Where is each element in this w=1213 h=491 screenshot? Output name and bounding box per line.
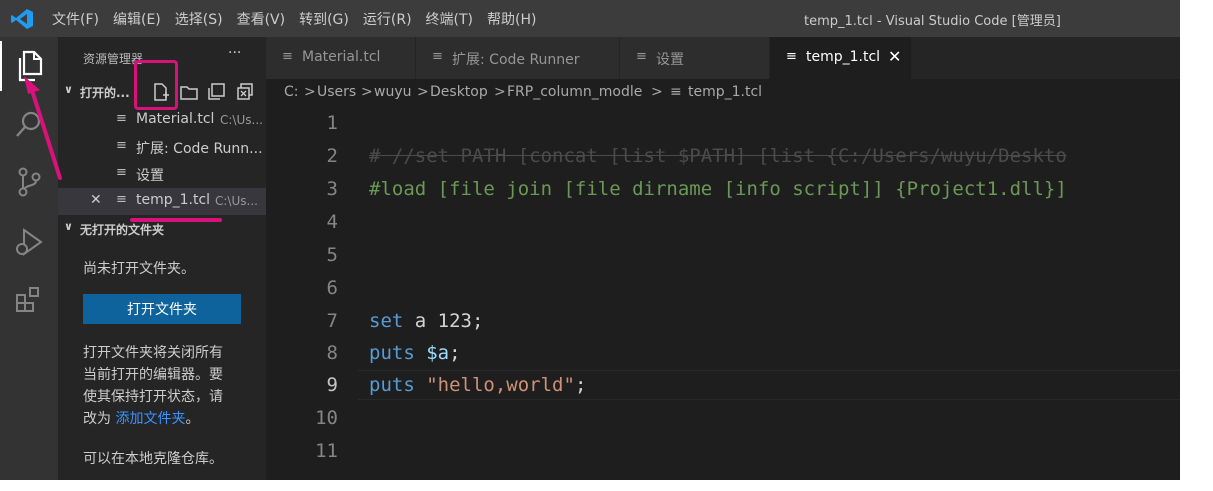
line-number: 10 bbox=[315, 407, 338, 429]
code-line-9: puts "hello,world"; bbox=[369, 374, 586, 396]
line-number: 6 bbox=[326, 277, 338, 299]
file-path: C:\Us... bbox=[220, 113, 263, 127]
file-icon: ≡ bbox=[786, 49, 797, 64]
run-debug-icon bbox=[16, 228, 43, 256]
string: "hello,world" bbox=[426, 374, 575, 396]
menu-view[interactable]: 查看(V) bbox=[237, 9, 286, 29]
file-path: C:\Us... bbox=[215, 194, 258, 208]
menu-go[interactable]: 转到(G) bbox=[299, 9, 349, 29]
file-icon: ≡ bbox=[670, 84, 682, 100]
vscode-window: 文件(F) 编辑(E) 选择(S) 查看(V) 转到(G) 运行(R) 终端(T… bbox=[0, 0, 1180, 480]
breadcrumb-item[interactable]: wuyu bbox=[374, 84, 411, 100]
line-number: 2 bbox=[326, 145, 338, 167]
chevron-down-icon: ∨ bbox=[64, 220, 73, 233]
info-prefix: 改为 bbox=[83, 411, 111, 427]
code-text: a 123; bbox=[403, 310, 484, 332]
editor-tabs: ≡ Material.tcl ≡ 扩展: Code Runner ≡ 设置 ≡ … bbox=[266, 37, 1180, 79]
extensions-activity[interactable] bbox=[0, 275, 58, 325]
breadcrumb-item[interactable]: Users bbox=[317, 84, 356, 100]
add-folder-link[interactable]: 添加文件夹 bbox=[115, 411, 185, 427]
info-line-1: 打开文件夹将关闭所有 bbox=[83, 345, 223, 361]
file-icon: ≡ bbox=[282, 49, 293, 64]
info-line-4: 改为 添加文件夹。 bbox=[83, 408, 199, 430]
info-suffix: 。 bbox=[185, 411, 200, 427]
menu-run[interactable]: 运行(R) bbox=[363, 9, 412, 29]
breadcrumb-separator: > bbox=[361, 84, 373, 100]
line-number: 3 bbox=[326, 178, 338, 200]
breadcrumb-separator: > bbox=[304, 84, 316, 100]
code-line-2: # //set PATH [concat [list $PATH] [list … bbox=[369, 145, 1067, 167]
line-number: 8 bbox=[326, 342, 338, 364]
extensions-icon bbox=[16, 287, 39, 312]
code-line-8: puts $a; bbox=[369, 342, 461, 364]
keyword: puts bbox=[369, 342, 415, 364]
line-number: 1 bbox=[326, 112, 338, 134]
open-folder-button[interactable]: 打开文件夹 bbox=[83, 294, 241, 324]
annotation-underline bbox=[130, 218, 222, 222]
code-text: ; bbox=[449, 342, 461, 364]
annotation-arrow bbox=[24, 76, 62, 180]
clone-message: 可以在本地克隆仓库。 bbox=[83, 451, 223, 467]
variable: $a bbox=[426, 342, 450, 364]
breadcrumb-item[interactable]: FRP_column_modle bbox=[507, 84, 642, 100]
run-debug-activity[interactable] bbox=[0, 217, 58, 267]
line-number: 11 bbox=[315, 440, 338, 462]
more-actions-icon[interactable]: ··· bbox=[228, 45, 241, 61]
breadcrumb-item[interactable]: temp_1.tcl bbox=[688, 84, 762, 100]
menu-terminal[interactable]: 终端(T) bbox=[426, 9, 473, 29]
line-number: 4 bbox=[326, 211, 338, 233]
keyword: set bbox=[369, 310, 404, 332]
close-all-icon[interactable] bbox=[234, 81, 256, 103]
line-number: 5 bbox=[326, 244, 338, 266]
menu-selection[interactable]: 选择(S) bbox=[175, 9, 223, 29]
breadcrumb-separator: > bbox=[494, 84, 506, 100]
tab-settings[interactable]: ≡ 设置 bbox=[620, 37, 770, 79]
breadcrumb: C: > Users > wuyu > Desktop > FRP_column… bbox=[266, 79, 1180, 107]
file-icon: ≡ bbox=[636, 49, 647, 64]
new-folder-icon[interactable] bbox=[178, 81, 200, 103]
window-title: temp_1.tcl - Visual Studio Code [管理员] bbox=[804, 14, 1061, 29]
tab-label: temp_1.tcl bbox=[806, 49, 881, 65]
breadcrumb-separator: > bbox=[651, 84, 663, 100]
info-line-2: 当前打开的编辑器。要 bbox=[83, 367, 223, 383]
line-number: 9 bbox=[326, 374, 338, 396]
no-folder-label: 无打开的文件夹 bbox=[80, 223, 165, 237]
line-number: 7 bbox=[326, 310, 338, 332]
code-line-7: set a 123; bbox=[369, 310, 483, 332]
code-line-3: #load [file join [file dirname [info scr… bbox=[369, 178, 1067, 200]
tab-code-runner[interactable]: ≡ 扩展: Code Runner bbox=[416, 37, 620, 79]
tab-material[interactable]: ≡ Material.tcl bbox=[266, 37, 416, 79]
breadcrumb-item[interactable]: Desktop bbox=[430, 84, 488, 100]
keyword: puts bbox=[369, 374, 415, 396]
breadcrumb-separator: > bbox=[417, 84, 429, 100]
save-all-icon[interactable] bbox=[206, 81, 228, 103]
close-icon[interactable]: ✕ bbox=[888, 47, 901, 66]
breadcrumb-item[interactable]: C: bbox=[284, 84, 299, 100]
tab-label: 扩展: Code Runner bbox=[452, 52, 580, 68]
tab-label: 设置 bbox=[656, 52, 684, 68]
tab-temp-1[interactable]: ≡ temp_1.tcl ✕ bbox=[770, 37, 912, 79]
tab-label: Material.tcl bbox=[302, 49, 381, 65]
info-line-3: 使其保持打开状态，请 bbox=[83, 389, 223, 405]
menu-help[interactable]: 帮助(H) bbox=[487, 9, 536, 29]
file-icon: ≡ bbox=[432, 49, 443, 64]
no-folder-message: 尚未打开文件夹。 bbox=[83, 261, 195, 277]
code-editor[interactable]: 1 2 3 4 5 6 7 8 9 10 11 # //set PATH [co… bbox=[266, 107, 1180, 480]
code-text: ; bbox=[574, 374, 587, 396]
